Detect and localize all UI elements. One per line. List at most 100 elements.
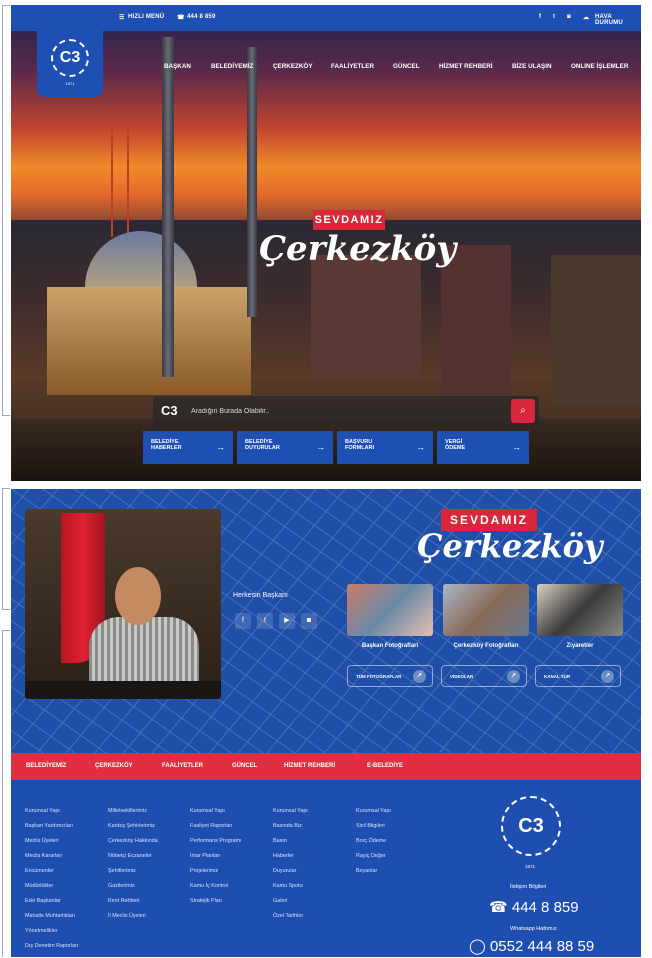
nav-item-hizmet-rehberi[interactable]: HİZMET REHBERİ [439, 63, 493, 70]
mosque-body [47, 287, 251, 395]
footer-link[interactable]: Şehitlerimiz [108, 868, 158, 883]
nav-item-bize-ulasin[interactable]: BİZE ULAŞIN [512, 63, 552, 70]
quick-button-haberler[interactable]: BELEDİYE HABERLER → [143, 431, 233, 464]
footer-link[interactable]: Haberler [273, 853, 308, 868]
footer-link[interactable]: Faaliyet Raporları [190, 823, 242, 838]
twitter-icon[interactable]: t [257, 613, 273, 629]
topbar-phone[interactable]: 444 8 859 [187, 14, 216, 20]
search-button[interactable]: ⌕ [511, 399, 535, 423]
footer-link[interactable]: Kent Rehberi [108, 898, 158, 913]
footer-link[interactable]: İmar Planları [190, 853, 242, 868]
footer-link[interactable]: Kamu İç Kontrol [190, 883, 242, 898]
footer-link[interactable]: Dış Denetim Raporları [25, 943, 78, 958]
photo-thumbnail[interactable] [443, 584, 529, 636]
footer-link[interactable]: Özel Tarihler [273, 913, 308, 928]
footer-link[interactable]: Rayiç Değer [356, 853, 391, 868]
photo-caption[interactable]: Ziyaretler [535, 643, 625, 649]
footer-link[interactable]: İl Meclis Üyeleri [108, 913, 158, 928]
footer-link[interactable]: Galeri [273, 898, 308, 913]
photo-thumbnail[interactable] [537, 584, 623, 636]
footer-link[interactable]: Nöbetçi Eczaneler [108, 853, 158, 868]
footer-link[interactable]: Kardeş Şehirlerimiz [108, 823, 158, 838]
footer-link[interactable]: Çerkezköy Hakkında [108, 838, 158, 853]
youtube-icon[interactable]: ▶ [279, 613, 295, 629]
footer-link[interactable]: Müdürlükler [25, 883, 78, 898]
footer-column: Milletvekillerimiz Kardeş Şehirlerimiz Ç… [108, 808, 158, 928]
quick-button-odeme[interactable]: VERGİ ÖDEME → [437, 431, 529, 464]
footer-link[interactable]: Sicil Bilgileri [356, 823, 391, 838]
quick-button-line2: HABERLER [151, 445, 182, 451]
quick-menu-link[interactable]: HIZLI MENÜ [128, 14, 164, 20]
top-bar: ☰ HIZLI MENÜ ☎ 444 8 859 f t ◙ ☁ HAVA DU… [11, 5, 641, 31]
nav-item-belediyemiz[interactable]: BELEDİYEMİZ [211, 63, 253, 70]
external-link-icon: ↗ [507, 670, 520, 683]
footer-link[interactable]: Beyanlar [356, 868, 391, 883]
facebook-icon[interactable]: f [235, 613, 251, 629]
photo-caption[interactable]: Başkan Fotoğrafları [345, 643, 435, 649]
footer-link[interactable]: Kamu Spotu [273, 883, 308, 898]
whatsapp-number[interactable]: ◯ 0552 444 88 59 [469, 937, 594, 955]
footer-link[interactable]: Başkan Yardımcıları [25, 823, 78, 838]
footer-link[interactable]: Gazilerimiz [108, 883, 158, 898]
facebook-icon[interactable]: f [539, 14, 541, 20]
footer-link[interactable]: Yönetmelikler [25, 928, 78, 943]
footer-link[interactable]: Performans Programı [190, 838, 242, 853]
footer-link[interactable]: Eski Başkanlar [25, 898, 78, 913]
footer-link[interactable]: Kurumsal Yapı [25, 808, 78, 823]
quick-button-line2: FORMLARI [345, 445, 375, 451]
quick-button-line2: ÖDEME [445, 445, 466, 451]
footer-link[interactable]: Encümenler [25, 868, 78, 883]
arrow-right-icon: → [512, 442, 521, 452]
pill-label: TÜM FOTOĞRAFLAR [356, 674, 402, 679]
weather-link[interactable]: HAVA DURUMU [595, 14, 641, 26]
quick-button-duyurular[interactable]: BELEDİYE DUYURULAR → [237, 431, 333, 464]
footer-link[interactable]: Meclis Üyeleri [25, 838, 78, 853]
nav-item-cerkezkoy[interactable]: ÇERKEZKÖY [273, 63, 313, 70]
footer-logo[interactable]: C3 [501, 796, 561, 856]
quick-button-formlari[interactable]: BAŞVURU FORMLARI → [337, 431, 433, 464]
footer-link[interactable]: Stratejik Plan [190, 898, 242, 913]
phone-number: 444 8 859 [511, 899, 579, 916]
footer-link[interactable]: Mahalle Muhtarlıkları [25, 913, 78, 928]
footer-link[interactable]: Basın [273, 838, 308, 853]
footer-nav-e-belediye[interactable]: E-BELEDİYE [367, 763, 403, 769]
nav-item-guncel[interactable]: GÜNCEL [393, 63, 420, 70]
building-image [311, 255, 421, 375]
photo-caption[interactable]: Çerkezköy Fotoğrafları [441, 643, 531, 649]
footer-nav-belediyemiz[interactable]: BELEDİYEMİZ [26, 763, 66, 769]
footer-link[interactable]: Milletvekillerimiz [108, 808, 158, 823]
instagram-icon[interactable]: ◙ [567, 14, 571, 20]
nav-item-baskan[interactable]: BAŞKAN [164, 63, 191, 70]
mayor-section: SEVDAMIZ Çerkezköy Herkesin Başkanı f t … [11, 489, 641, 753]
search-input[interactable] [189, 396, 489, 426]
weather-icon: ☁ [583, 15, 590, 21]
logo[interactable]: C3 1971 [37, 27, 103, 97]
hamburger-icon[interactable]: ☰ [119, 14, 125, 21]
footer: Kurumsal Yapı Başkan Yardımcıları Meclis… [11, 780, 641, 957]
footer-link[interactable]: Borç Ödeme [356, 838, 391, 853]
footer-nav-faaliyetler[interactable]: FAALİYETLER [162, 763, 203, 769]
footer-column: Kurumsal Yapı Başkan Yardımcıları Meclis… [25, 808, 78, 958]
footer-nav-guncel[interactable]: GÜNCEL [232, 763, 257, 769]
footer-link[interactable]: Duyurular [273, 868, 308, 883]
footer-nav-hizmet-rehberi[interactable]: HİZMET REHBERİ [284, 763, 335, 769]
edge-decoration [2, 488, 10, 610]
footer-link[interactable]: Kurumsal Yapı [356, 808, 391, 823]
twitter-icon[interactable]: t [553, 14, 555, 20]
phone-icon: ☎ [177, 15, 185, 21]
contact-phone[interactable]: ☎ 444 8 859 [489, 898, 579, 916]
videos-button[interactable]: VİDEOLAR ↗ [441, 665, 527, 687]
footer-nav-cerkezkoy[interactable]: ÇERKEZKÖY [95, 763, 133, 769]
minaret [247, 47, 257, 317]
nav-item-faaliyetler[interactable]: FAALİYETLER [331, 63, 374, 70]
channel-button[interactable]: KANAL TÜR ↗ [535, 665, 621, 687]
footer-link[interactable]: Basında Biz [273, 823, 308, 838]
all-photos-button[interactable]: TÜM FOTOĞRAFLAR ↗ [347, 665, 433, 687]
footer-link[interactable]: Kurumsal Yapı [273, 808, 308, 823]
footer-link[interactable]: Kurumsal Yapı [190, 808, 242, 823]
footer-link[interactable]: Projelerimiz [190, 868, 242, 883]
instagram-icon[interactable]: ◙ [301, 613, 317, 629]
photo-thumbnail[interactable] [347, 584, 433, 636]
nav-item-online-islemler[interactable]: ONLINE İŞLEMLER [571, 63, 628, 70]
footer-link[interactable]: Meclis Kararları [25, 853, 78, 868]
